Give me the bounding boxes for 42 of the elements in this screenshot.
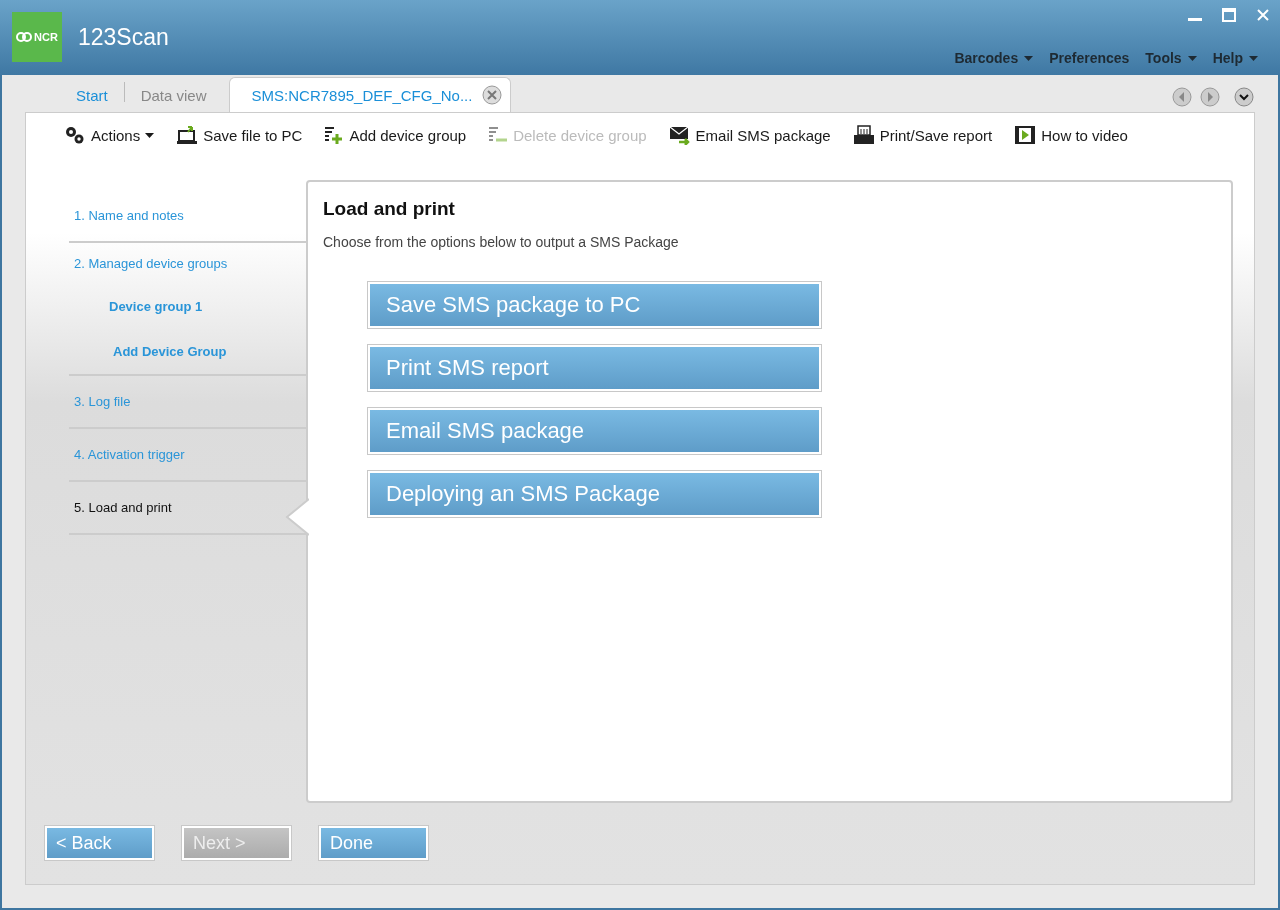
footer-button[interactable]: < Back <box>44 825 155 861</box>
panel-subtitle: Choose from the options below to output a SMS Package <box>323 234 680 250</box>
gears-icon <box>64 125 86 145</box>
sub-step-item[interactable]: Add Device Group <box>113 344 227 359</box>
toolbar-button[interactable]: Save file to PC <box>176 125 303 145</box>
step-item[interactable]: 2. Managed device groups <box>69 243 306 284</box>
tab[interactable]: SMS:NCR7895_DEF_CFG_No... <box>228 77 512 112</box>
app-title: 123Scan <box>78 24 169 52</box>
menu-item[interactable]: Barcodes <box>954 50 1034 66</box>
chevron-down-icon[interactable] <box>1234 87 1254 107</box>
menu-item[interactable]: Preferences <box>1049 50 1130 66</box>
envelope-arrow-icon <box>668 125 691 145</box>
panel-title: Load and print <box>323 198 456 220</box>
menu-item[interactable]: Help <box>1212 50 1258 66</box>
previous-icon[interactable] <box>1172 87 1192 107</box>
option-button[interactable]: Save SMS package to PC <box>367 281 822 329</box>
menu-item[interactable]: Tools <box>1145 50 1197 66</box>
close-icon[interactable] <box>482 85 503 105</box>
list-plus-icon <box>324 125 345 145</box>
toolbar-button[interactable]: Add device group <box>324 125 467 145</box>
maximize-icon[interactable] <box>1222 8 1236 22</box>
caret-icon <box>1187 55 1197 61</box>
list-minus-icon <box>488 125 509 145</box>
option-button[interactable]: Print SMS report <box>367 344 822 392</box>
toolbar-button[interactable]: Actions <box>64 125 155 145</box>
toolbar-button[interactable]: Email SMS package <box>668 125 831 145</box>
toolbar-button[interactable]: How to video <box>1014 125 1128 145</box>
toolbar-button[interactable]: Print/Save report <box>852 125 993 145</box>
tab[interactable]: Start <box>60 87 124 112</box>
option-button[interactable]: Deploying an SMS Package <box>367 470 822 518</box>
tab[interactable]: Data view <box>124 87 223 112</box>
caret-icon <box>1249 55 1258 61</box>
option-button[interactable]: Email SMS package <box>367 407 822 455</box>
caret-icon <box>145 132 155 138</box>
laptop-arrow-icon <box>176 125 199 145</box>
film-play-icon <box>1014 125 1037 145</box>
printer-icon <box>852 125 875 145</box>
ncr-logo: NCR <box>12 12 62 62</box>
footer-button[interactable]: Done <box>318 825 429 861</box>
caret-icon <box>1024 55 1034 61</box>
sub-step-item[interactable]: Device group 1 <box>109 299 203 314</box>
next-icon[interactable] <box>1200 87 1220 107</box>
